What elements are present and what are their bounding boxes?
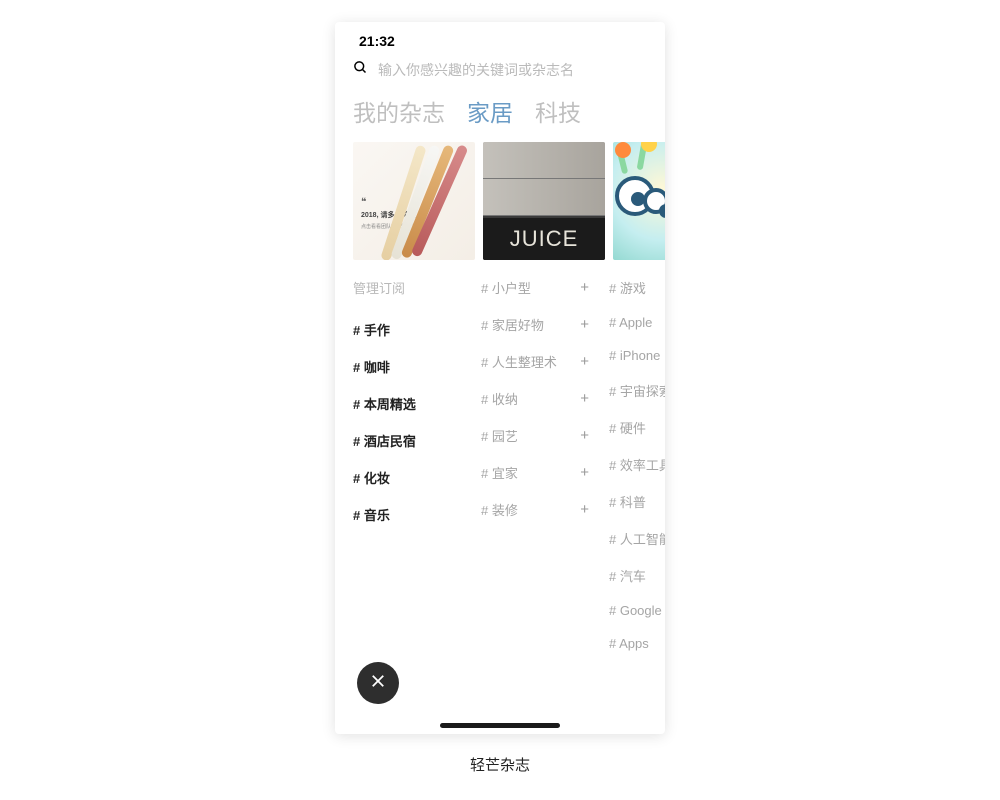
add-icon[interactable]: +	[580, 316, 597, 333]
add-icon[interactable]: +	[580, 464, 597, 481]
tag-item[interactable]: # Apple	[609, 306, 665, 339]
tag-item[interactable]: # 科普	[609, 483, 665, 520]
cover-card-1[interactable]: ❝ 2018, 请多多关照 点击看看团队推荐精选文章	[353, 142, 475, 260]
tab-my-magazines[interactable]: 我的杂志	[353, 94, 445, 128]
manage-subscriptions-header[interactable]: 管理订阅	[353, 278, 481, 311]
tab-home[interactable]: 家居	[467, 94, 513, 128]
pens-illustration	[411, 146, 475, 256]
tag-item[interactable]: # Apps	[609, 627, 665, 660]
column-home: # 小户型 + # 家居好物 + # 人生整理术 + # 收纳 + # 园艺 +…	[481, 278, 609, 660]
phone-frame: 21:32 我的杂志 家居 科技 ❝ 2018, 请多多关照 点击看看团队推荐精…	[335, 22, 665, 734]
cover-cards-row: ❝ 2018, 请多多关照 点击看看团队推荐精选文章 JUICE	[335, 142, 665, 260]
column-my: 管理订阅 # 手作 # 咖啡 # 本周精选 # 酒店民宿 # 化妆 # 音乐	[353, 278, 481, 660]
tag-item[interactable]: # 家居好物 +	[481, 306, 609, 343]
tag-item[interactable]: # 园艺 +	[481, 417, 609, 454]
status-bar: 21:32	[335, 22, 665, 60]
add-icon[interactable]: +	[580, 353, 597, 370]
add-icon[interactable]: +	[580, 427, 597, 444]
search-icon	[353, 60, 368, 80]
close-icon	[369, 672, 387, 695]
tag-item[interactable]: # 装修 +	[481, 491, 609, 528]
tag-item[interactable]: # 硬件	[609, 409, 665, 446]
tag-item[interactable]: # 宇宙探索	[609, 372, 665, 409]
tag-columns: 管理订阅 # 手作 # 咖啡 # 本周精选 # 酒店民宿 # 化妆 # 音乐 #…	[335, 260, 665, 660]
tag-item[interactable]: # 人生整理术 +	[481, 343, 609, 380]
tag-item[interactable]: # 收纳 +	[481, 380, 609, 417]
tag-item[interactable]: # iPhone	[609, 339, 665, 372]
tag-item[interactable]: # Google	[609, 594, 665, 627]
cover-card-3[interactable]	[613, 142, 665, 260]
tag-item[interactable]: # 化妆	[353, 459, 481, 496]
add-icon[interactable]: +	[580, 501, 597, 518]
tag-item[interactable]: # 手作	[353, 311, 481, 348]
tag-item[interactable]: # 音乐	[353, 496, 481, 533]
tag-item[interactable]: # 咖啡	[353, 348, 481, 385]
quote-icon: ❝	[361, 197, 366, 208]
tag-item[interactable]: # 本周精选	[353, 385, 481, 422]
home-indicator[interactable]	[440, 723, 560, 728]
juice-mat-text: JUICE	[483, 216, 605, 260]
close-button[interactable]	[357, 662, 399, 704]
tag-item[interactable]: # 酒店民宿	[353, 422, 481, 459]
clock: 21:32	[359, 33, 395, 49]
add-icon[interactable]: +	[580, 390, 597, 407]
app-name-caption: 轻芒杂志	[470, 754, 530, 775]
cover-card-2[interactable]: JUICE	[483, 142, 605, 260]
tag-item[interactable]: # 效率工具	[609, 446, 665, 483]
tag-item[interactable]: # 小户型 +	[481, 278, 609, 306]
tag-item[interactable]: # 汽车	[609, 557, 665, 594]
column-tech: # 游戏 # Apple # iPhone # 宇宙探索 # 硬件 # 效率工具…	[609, 278, 665, 660]
category-tabs: 我的杂志 家居 科技	[335, 88, 665, 142]
tag-item[interactable]: # 宜家 +	[481, 454, 609, 491]
tab-tech[interactable]: 科技	[535, 94, 581, 128]
search-bar[interactable]	[335, 60, 665, 88]
tag-item[interactable]: # 人工智能	[609, 520, 665, 557]
search-input[interactable]	[378, 62, 647, 78]
add-icon[interactable]: +	[580, 279, 597, 296]
tag-item[interactable]: # 游戏	[609, 278, 665, 306]
